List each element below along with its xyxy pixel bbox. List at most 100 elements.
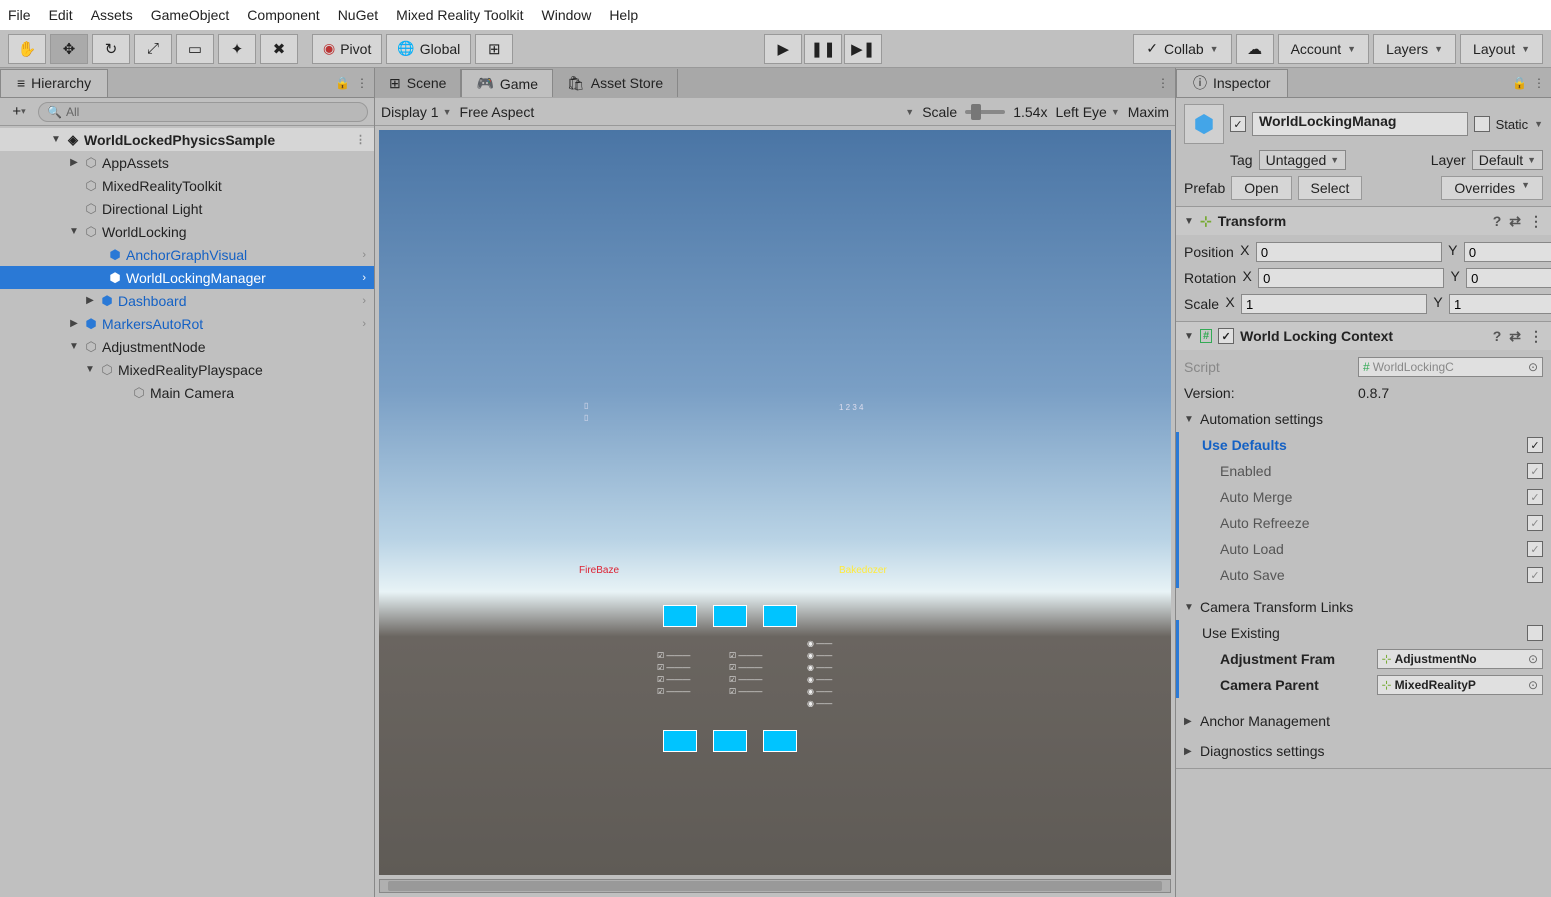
- panel-menu-icon[interactable]: ⋮: [1533, 76, 1545, 90]
- menu-edit[interactable]: Edit: [49, 7, 73, 23]
- layers-dropdown[interactable]: Layers▼: [1373, 34, 1456, 64]
- collab-dropdown[interactable]: ✓Collab▼: [1133, 34, 1231, 64]
- rot-x-input[interactable]: [1258, 268, 1444, 288]
- wlc-enabled-checkbox[interactable]: ✓: [1218, 328, 1234, 344]
- aspect-select[interactable]: Free Aspect▼: [460, 104, 915, 120]
- hand-tool[interactable]: ✋: [8, 34, 46, 64]
- account-dropdown[interactable]: Account▼: [1278, 34, 1370, 64]
- usedefaults-checkbox[interactable]: ✓: [1527, 437, 1543, 453]
- camparent-field[interactable]: ⊹MixedRealityP⊙: [1377, 675, 1544, 695]
- global-toggle[interactable]: 🌐Global: [386, 34, 471, 64]
- game-view[interactable]: FireBaze Bakedozer ☑ ———☑ ———☑ ———☑ ——— …: [379, 130, 1171, 875]
- scene-text: ▯▯: [584, 400, 588, 424]
- hierarchy-tab[interactable]: ≡Hierarchy: [0, 69, 108, 97]
- panel-lock-icon[interactable]: 🔒: [335, 76, 350, 90]
- layer-dropdown[interactable]: Default▼: [1472, 150, 1543, 170]
- version-value: 0.8.7: [1358, 385, 1389, 401]
- adjframe-field[interactable]: ⊹AdjustmentNo⊙: [1377, 649, 1544, 669]
- hierarchy-panel: ≡Hierarchy 🔒 ⋮ +▾ 🔍All ▼◈WorldLockedPhysi…: [0, 68, 375, 897]
- menu-assets[interactable]: Assets: [91, 7, 133, 23]
- tree-item-wlm[interactable]: ▶⬢WorldLockingManager›: [0, 266, 374, 289]
- automerge-checkbox[interactable]: ✓: [1527, 489, 1543, 505]
- custom-tool[interactable]: ✖: [260, 34, 298, 64]
- menu-mrtk[interactable]: Mixed Reality Toolkit: [396, 7, 523, 23]
- layout-dropdown[interactable]: Layout▼: [1460, 34, 1543, 64]
- tree-item-appassets[interactable]: ▶⬡AppAssets: [0, 151, 374, 174]
- game-tab[interactable]: 🎮Game: [461, 69, 553, 97]
- hierarchy-search[interactable]: 🔍All: [38, 102, 368, 122]
- scl-y-input[interactable]: [1449, 294, 1551, 314]
- menu-nuget[interactable]: NuGet: [338, 7, 378, 23]
- pos-x-input[interactable]: [1256, 242, 1442, 262]
- tree-item-dashboard[interactable]: ▶⬢Dashboard›: [0, 289, 374, 312]
- tree-item-markers[interactable]: ▶⬢MarkersAutoRot›: [0, 312, 374, 335]
- menu-window[interactable]: Window: [542, 7, 592, 23]
- snap-toggle[interactable]: ⊞: [475, 34, 513, 64]
- main-area: ≡Hierarchy 🔒 ⋮ +▾ 🔍All ▼◈WorldLockedPhysi…: [0, 68, 1551, 897]
- useexisting-checkbox[interactable]: [1527, 625, 1543, 641]
- help-icon[interactable]: ?: [1493, 213, 1502, 230]
- menu-file[interactable]: File: [8, 7, 31, 23]
- enabled-checkbox[interactable]: ✓: [1527, 463, 1543, 479]
- preset-icon[interactable]: ⇄: [1509, 213, 1521, 230]
- assetstore-tab[interactable]: 🛍Asset Store: [553, 69, 678, 97]
- gameobject-name-input[interactable]: WorldLockingManag: [1252, 112, 1468, 136]
- scale-tool[interactable]: ⤢: [134, 34, 172, 64]
- camlinks-foldout[interactable]: ▼Camera Transform Links: [1184, 594, 1543, 620]
- scene-icon: ⊞: [389, 75, 401, 92]
- pos-y-input[interactable]: [1464, 242, 1551, 262]
- anchormgmt-foldout[interactable]: ▶Anchor Management: [1184, 708, 1543, 734]
- automation-foldout[interactable]: ▼Automation settings: [1184, 406, 1543, 432]
- pause-button[interactable]: ❚❚: [804, 34, 842, 64]
- tag-dropdown[interactable]: Untagged▼: [1259, 150, 1347, 170]
- tree-item-adjnode[interactable]: ▼⬡AdjustmentNode: [0, 335, 374, 358]
- wlc-header[interactable]: ▼# ✓ World Locking Context ?⇄⋮: [1176, 322, 1551, 350]
- horizontal-scrollbar[interactable]: [379, 879, 1171, 893]
- autosave-checkbox[interactable]: ✓: [1527, 567, 1543, 583]
- scene-tab[interactable]: ⊞Scene: [375, 69, 461, 97]
- panel-lock-icon[interactable]: 🔒: [1512, 76, 1527, 90]
- prefab-select-button[interactable]: Select: [1298, 176, 1363, 200]
- panel-menu-icon[interactable]: ⋮: [1157, 76, 1169, 90]
- transform-tool[interactable]: ✦: [218, 34, 256, 64]
- tree-item-worldlocking[interactable]: ▼⬡WorldLocking: [0, 220, 374, 243]
- menu-icon[interactable]: ⋮: [1529, 213, 1543, 230]
- prefab-open-button[interactable]: Open: [1231, 176, 1291, 200]
- tree-item-playspace[interactable]: ▼⬡MixedRealityPlayspace: [0, 358, 374, 381]
- diagnostics-foldout[interactable]: ▶Diagnostics settings: [1184, 738, 1543, 764]
- menu-icon[interactable]: ⋮: [1529, 328, 1543, 345]
- rot-y-input[interactable]: [1466, 268, 1551, 288]
- autorefreeze-checkbox[interactable]: ✓: [1527, 515, 1543, 531]
- tree-item-anchor[interactable]: ▶⬢AnchorGraphVisual›: [0, 243, 374, 266]
- inspector-tab[interactable]: ⓘInspector: [1176, 69, 1288, 97]
- menu-help[interactable]: Help: [609, 7, 638, 23]
- scene-root[interactable]: ▼◈WorldLockedPhysicsSample⋮: [0, 128, 374, 151]
- autoload-checkbox[interactable]: ✓: [1527, 541, 1543, 557]
- tree-item-mrtk[interactable]: ▶⬡MixedRealityToolkit: [0, 174, 374, 197]
- panel-menu-icon[interactable]: ⋮: [356, 76, 368, 90]
- maximize-label[interactable]: Maxim: [1128, 104, 1169, 120]
- preset-icon[interactable]: ⇄: [1509, 328, 1521, 345]
- display-select[interactable]: Display 1▼: [381, 104, 452, 120]
- active-checkbox[interactable]: ✓: [1230, 116, 1246, 132]
- scale-slider[interactable]: [965, 110, 1005, 114]
- move-tool[interactable]: ✥: [50, 34, 88, 64]
- transform-header[interactable]: ▼⊹Transform ?⇄⋮: [1176, 207, 1551, 235]
- static-checkbox[interactable]: [1474, 116, 1490, 132]
- cloud-button[interactable]: ☁: [1236, 34, 1274, 64]
- help-icon[interactable]: ?: [1493, 328, 1502, 345]
- tree-item-camera[interactable]: ▶⬡Main Camera: [0, 381, 374, 404]
- prefab-overrides-dropdown[interactable]: Overrides▼: [1441, 176, 1543, 200]
- menu-gameobject[interactable]: GameObject: [151, 7, 230, 23]
- pivot-toggle[interactable]: ◉Pivot: [312, 34, 382, 64]
- rect-tool[interactable]: ▭: [176, 34, 214, 64]
- step-button[interactable]: ▶❚: [844, 34, 882, 64]
- usedefaults-row: Use Defaults✓: [1184, 432, 1543, 458]
- scl-x-input[interactable]: [1241, 294, 1427, 314]
- rotate-tool[interactable]: ↻: [92, 34, 130, 64]
- play-button[interactable]: ▶: [764, 34, 802, 64]
- create-dropdown[interactable]: +▾: [6, 101, 32, 123]
- eye-select[interactable]: Left Eye▼: [1055, 104, 1119, 120]
- tree-item-dirlight[interactable]: ▶⬡Directional Light: [0, 197, 374, 220]
- menu-component[interactable]: Component: [247, 7, 319, 23]
